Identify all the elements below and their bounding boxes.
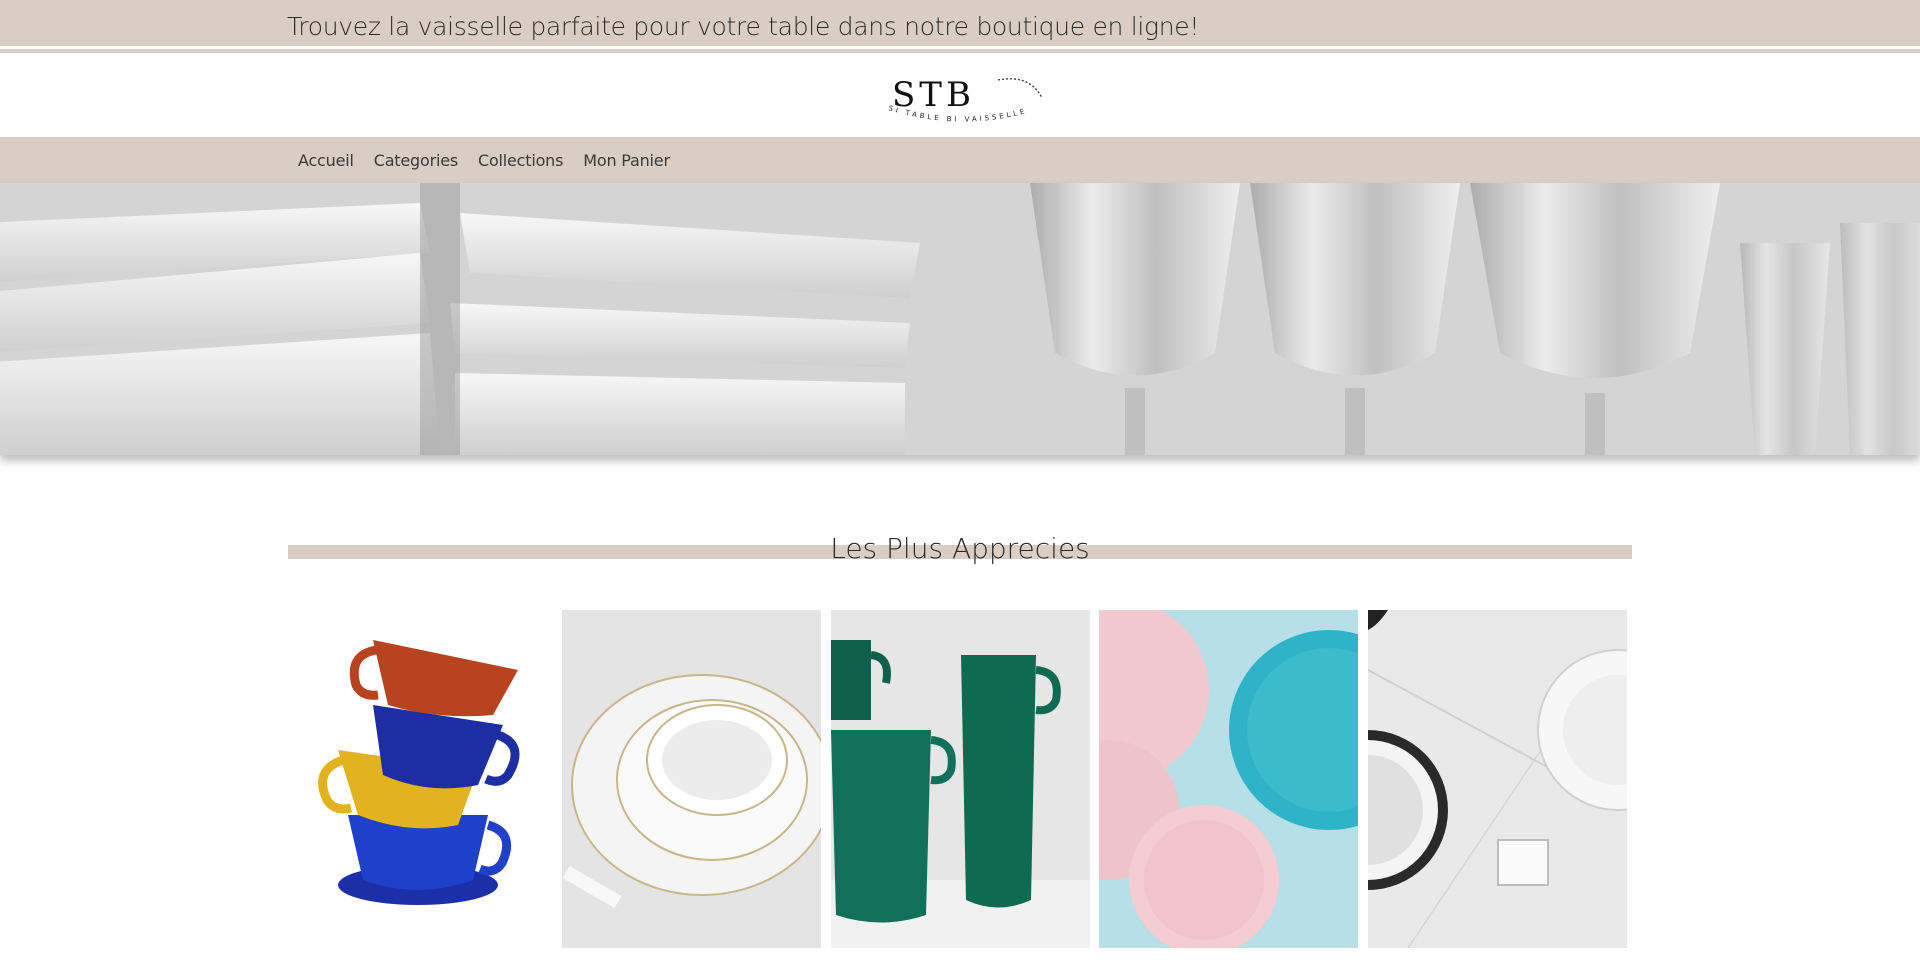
section-header: Les Plus Apprecies xyxy=(288,532,1632,572)
section-title-text: Les Plus Apprecies xyxy=(830,532,1090,565)
product-card-green-mugs[interactable] xyxy=(831,610,1090,948)
nav-item-categories[interactable]: Categories xyxy=(364,151,468,170)
banner-tagline: Trouvez la vaisselle parfaite pour votre… xyxy=(287,12,1200,41)
product-card-white-porcelain[interactable] xyxy=(562,610,821,948)
product-card-marble-dishes[interactable] xyxy=(1368,610,1627,948)
nav-item-accueil[interactable]: Accueil xyxy=(288,151,364,170)
hero-banner-image xyxy=(0,183,1920,455)
top-banner: Trouvez la vaisselle parfaite pour votre… xyxy=(0,0,1920,53)
product-grid xyxy=(288,610,1632,948)
section-title: Les Plus Apprecies xyxy=(288,532,1632,565)
product-card-stacked-cups[interactable] xyxy=(288,610,547,948)
product-card-pink-teal-plates[interactable] xyxy=(1099,610,1358,948)
site-logo[interactable]: STB SI TABLE BI VAISSELLES xyxy=(876,62,1050,128)
nav-item-collections[interactable]: Collections xyxy=(468,151,573,170)
main-nav: Accueil Categories Collections Mon Panie… xyxy=(0,137,1920,183)
nav-item-panier[interactable]: Mon Panier xyxy=(573,151,680,170)
banner-divider-lower xyxy=(0,49,1920,53)
